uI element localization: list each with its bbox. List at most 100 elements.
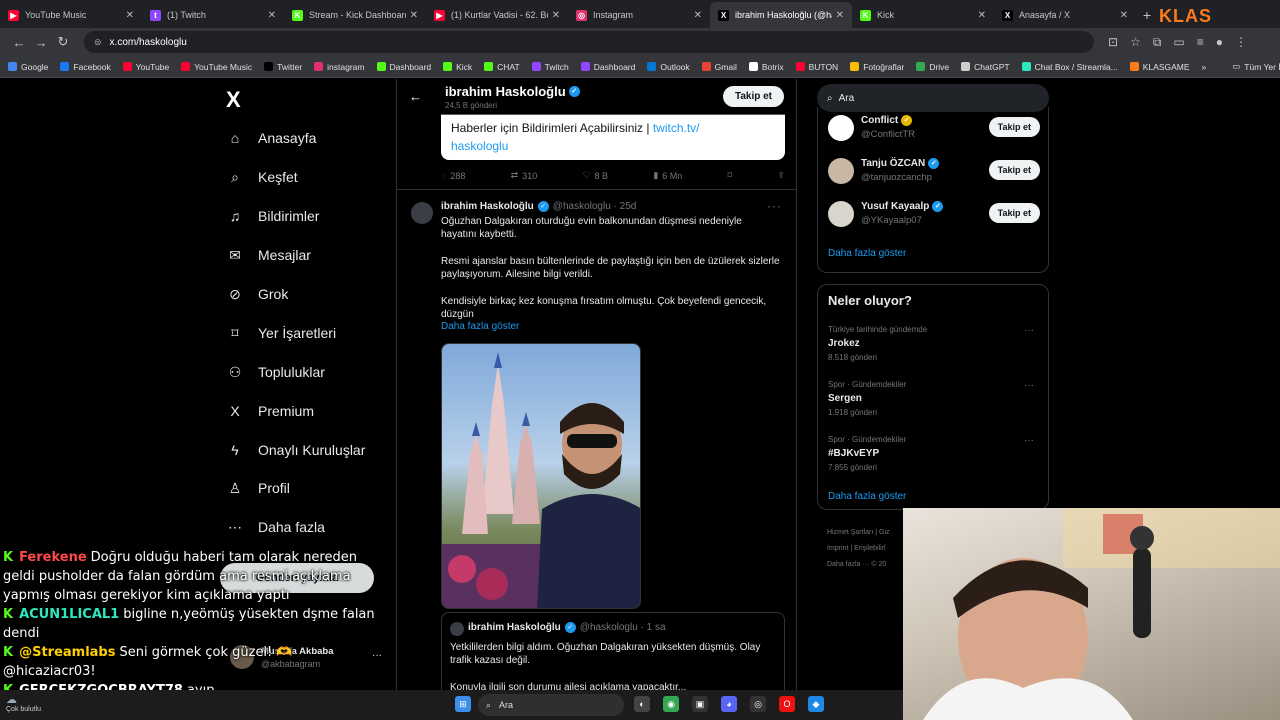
menu-kebab-icon[interactable]: ⋮ bbox=[1235, 35, 1247, 50]
views-button[interactable]: ▮ 6 Mn bbox=[653, 170, 682, 181]
media-icon[interactable]: ≡ bbox=[1197, 35, 1204, 50]
suggested-follow-button[interactable]: Takip et bbox=[988, 160, 1040, 180]
who-show-more-link[interactable]: Daha fazla göster bbox=[828, 248, 906, 259]
bookmark-item[interactable]: Chat Box / Streamla... bbox=[1021, 62, 1118, 72]
follow-button[interactable]: Takip et bbox=[722, 86, 784, 107]
tweet-author-name[interactable]: ibrahim Haskoloğlu bbox=[441, 201, 534, 212]
discord-icon[interactable]: ◕ bbox=[721, 696, 737, 712]
trend-item[interactable]: Türkiye tarihinde gündemde Jrokez 8.518 gö… bbox=[828, 325, 1040, 362]
bookmark-item[interactable]: Gmail bbox=[701, 62, 737, 72]
browser-tab[interactable]: ◎ Instagram ✕ bbox=[568, 2, 710, 28]
nav-item[interactable]: ⊘ Grok bbox=[226, 285, 288, 303]
tab-close-icon[interactable]: ✕ bbox=[410, 10, 418, 21]
sidepanel-icon[interactable]: ▭ bbox=[1173, 35, 1184, 50]
steam-icon[interactable]: ◎ bbox=[750, 696, 766, 712]
bookmark-item[interactable]: CHAT bbox=[484, 62, 520, 72]
bookmark-item[interactable]: Dashboard bbox=[376, 62, 431, 72]
bookmark-item[interactable]: Twitter bbox=[264, 62, 302, 72]
start-icon[interactable]: ⊞ bbox=[455, 696, 471, 712]
trend-more-icon[interactable]: ··· bbox=[1024, 380, 1034, 391]
bookmark-star-icon[interactable]: ☆ bbox=[1130, 35, 1141, 50]
trends-show-more-link[interactable]: Daha fazla göster bbox=[828, 491, 906, 502]
profile-avatar[interactable]: ● bbox=[1216, 35, 1223, 50]
back-arrow-icon[interactable]: ← bbox=[8, 35, 30, 50]
nav-item[interactable]: ⌕ Keşfet bbox=[226, 168, 298, 186]
nav-item[interactable]: X Premium bbox=[226, 402, 314, 420]
browser-tab[interactable]: Xibrahim Haskoloğlu (@has... ✕ bbox=[710, 2, 852, 28]
bio-link-part1[interactable]: twitch.tv/ bbox=[653, 121, 700, 135]
bookmark-item[interactable]: instagram bbox=[314, 62, 365, 72]
bookmark-item[interactable]: Outlook bbox=[647, 62, 690, 72]
reload-icon[interactable]: ↻ bbox=[52, 34, 74, 50]
bookmark-item[interactable]: Drive bbox=[916, 62, 949, 72]
tab-close-icon[interactable]: ✕ bbox=[268, 10, 276, 21]
all-bookmarks-folder[interactable]: ▭Tüm Yer İşaretleri bbox=[1232, 61, 1280, 72]
footer-link-2[interactable]: Imprint | Erişilebilirl bbox=[827, 545, 886, 552]
nav-item[interactable]: ⋯ Daha fazla bbox=[226, 518, 325, 536]
who-to-follow-item[interactable]: Tanju ÖZCAN ✓ @tanjuozcanchp Takip et bbox=[828, 154, 1040, 188]
nav-item[interactable]: ⌂ Anasayfa bbox=[226, 129, 317, 147]
back-button[interactable]: ← bbox=[409, 89, 422, 104]
trend-more-icon[interactable]: ··· bbox=[1024, 435, 1034, 446]
bookmark-item[interactable]: Dashboard bbox=[580, 62, 635, 72]
retweet-button[interactable]: ⇄ 310 bbox=[511, 170, 538, 181]
browser-tab[interactable]: K Stream - Kick Dashboard ✕ bbox=[284, 2, 426, 28]
bookmark-item[interactable]: Facebook bbox=[60, 62, 111, 72]
tweet-author-avatar[interactable] bbox=[411, 202, 433, 224]
chrome-icon[interactable]: ◉ bbox=[663, 696, 679, 712]
bookmark-item[interactable]: YouTube bbox=[122, 62, 169, 72]
browser-tab[interactable]: K Kick ✕ bbox=[852, 2, 994, 28]
tweet-photo[interactable] bbox=[441, 343, 641, 609]
browser-tab[interactable]: ▶ (1) Kurtlar Vadisi - 62. Böl... ✕ bbox=[426, 2, 568, 28]
reply-button[interactable]: ◌ 288 bbox=[441, 170, 465, 181]
tab-close-icon[interactable]: ✕ bbox=[126, 10, 134, 21]
browser-tab[interactable]: X Anasayfa / X ✕ bbox=[994, 2, 1136, 28]
tab-close-icon[interactable]: ✕ bbox=[694, 10, 702, 21]
browser-tab[interactable]: t (1) Twitch ✕ bbox=[142, 2, 284, 28]
footer-link-1[interactable]: Hizmet Şartları | Giz bbox=[827, 529, 890, 536]
browser-tab[interactable]: ▶ YouTube Music ✕ bbox=[0, 2, 142, 28]
nav-item[interactable]: ϟ Onaylı Kuruluşlar bbox=[226, 441, 365, 459]
bookmark-item[interactable]: Fotoğraflar bbox=[850, 62, 904, 72]
x-logo-icon[interactable]: X bbox=[226, 87, 241, 113]
tab-close-icon[interactable]: ✕ bbox=[836, 10, 844, 21]
weather-widget[interactable]: ☁ Çok bulutlu bbox=[6, 693, 41, 713]
nav-item[interactable]: ♫ Bildirimler bbox=[226, 207, 320, 225]
search-input[interactable]: ⌕ Ara bbox=[817, 84, 1049, 112]
trend-item[interactable]: Spor · Gündemdekiler #BJKvEYP 7.855 gönder… bbox=[828, 435, 1040, 472]
like-button[interactable]: ♡ 8 B bbox=[582, 170, 608, 181]
bookmarks-overflow-icon[interactable]: » bbox=[1202, 62, 1207, 72]
url-input[interactable]: ⊜ x.com/haskologlu bbox=[84, 31, 1094, 53]
nav-item[interactable]: ⚇ Topluluklar bbox=[226, 363, 325, 381]
nav-item[interactable]: ✉ Mesajlar bbox=[226, 246, 311, 264]
bookmark-item[interactable]: KLASGAME bbox=[1129, 62, 1190, 72]
bookmark-item[interactable]: BUTON bbox=[795, 62, 838, 72]
opera-icon[interactable]: O bbox=[779, 696, 795, 712]
nav-item[interactable]: ⌑ Yer İşaretleri bbox=[226, 324, 336, 342]
bookmark-item[interactable]: Kick bbox=[443, 62, 472, 72]
nav-item[interactable]: ♙ Profil bbox=[226, 479, 290, 497]
task-view-icon[interactable]: ◐ bbox=[634, 696, 650, 712]
tweet-more-icon[interactable]: ··· bbox=[767, 199, 782, 213]
bookmark-button[interactable]: ⌑ bbox=[728, 170, 733, 181]
trend-item[interactable]: Spor · Gündemdekiler Sergen 1.918 gönderi ·… bbox=[828, 380, 1040, 417]
extensions-icon[interactable]: ⧉ bbox=[1153, 35, 1162, 50]
app-icon[interactable]: ◆ bbox=[808, 696, 824, 712]
who-to-follow-item[interactable]: Conflict ✓ @ConflictTR Takip et bbox=[828, 111, 1040, 145]
who-to-follow-item[interactable]: Yusuf Kayaalp ✓ @YKayaalp07 Takip et bbox=[828, 197, 1040, 231]
bookmark-item[interactable]: Twitch bbox=[531, 62, 569, 72]
tab-close-icon[interactable]: ✕ bbox=[1120, 10, 1128, 21]
suggested-follow-button[interactable]: Takip et bbox=[988, 203, 1040, 223]
install-app-icon[interactable]: ⊡ bbox=[1108, 35, 1118, 50]
tab-close-icon[interactable]: ✕ bbox=[552, 10, 560, 21]
bookmark-item[interactable]: Google bbox=[8, 62, 48, 72]
capture-app-icon[interactable]: ▣ bbox=[692, 696, 708, 712]
bookmark-item[interactable]: YouTube Music bbox=[181, 62, 252, 72]
tweet-author-handle[interactable]: @haskologlu · 25d bbox=[553, 201, 637, 212]
taskbar-search[interactable]: ⌕ Ara bbox=[478, 694, 624, 716]
trend-more-icon[interactable]: ··· bbox=[1024, 325, 1034, 336]
share-button[interactable]: ⇪ bbox=[777, 170, 785, 181]
show-more-link[interactable]: Daha fazla göster bbox=[441, 321, 519, 332]
suggested-follow-button[interactable]: Takip et bbox=[988, 117, 1040, 137]
footer-link-3[interactable]: Daha fazla ··· © 20 bbox=[827, 561, 886, 568]
